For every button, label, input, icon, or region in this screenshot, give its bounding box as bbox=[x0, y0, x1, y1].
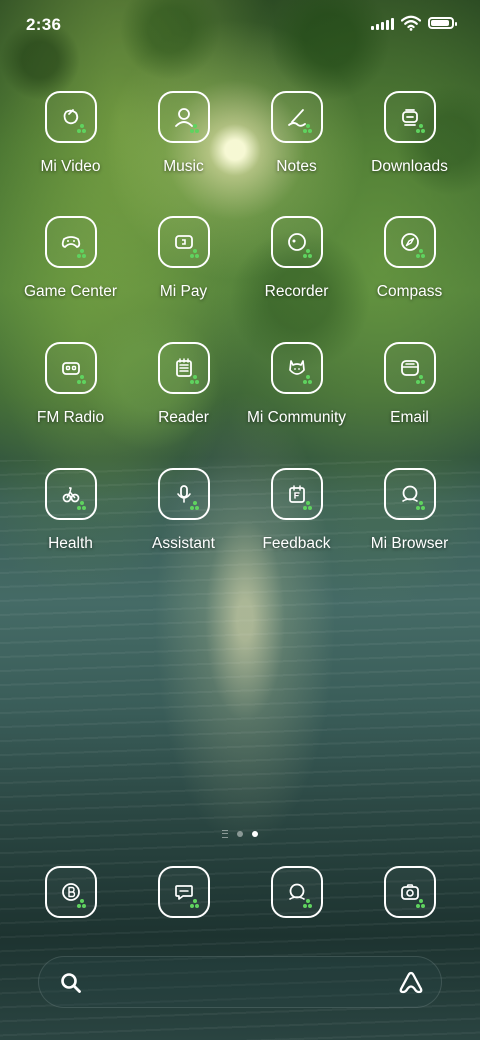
signal-icon bbox=[371, 16, 394, 30]
app-label: Compass bbox=[376, 283, 443, 300]
app-label: FM Radio bbox=[36, 409, 105, 426]
mi-video-icon[interactable] bbox=[44, 91, 97, 143]
app-music[interactable]: Music bbox=[127, 91, 240, 176]
app-label: Mi Video bbox=[40, 158, 101, 175]
app-label: Reader bbox=[158, 409, 209, 426]
page-indicator-feed bbox=[222, 830, 228, 838]
app-health[interactable]: Health bbox=[14, 468, 127, 553]
app-mi-pay[interactable]: Mi Pay bbox=[127, 216, 240, 301]
app-label: Email bbox=[390, 409, 429, 426]
reader-icon[interactable] bbox=[157, 342, 210, 394]
status-icons bbox=[371, 15, 457, 31]
app-feedback[interactable]: Feedback bbox=[240, 468, 353, 553]
dock-camera[interactable] bbox=[353, 866, 466, 918]
wifi-icon bbox=[401, 15, 421, 31]
app-label: Game Center bbox=[23, 283, 118, 300]
app-recorder[interactable]: Recorder bbox=[240, 216, 353, 301]
app-reader[interactable]: Reader bbox=[127, 342, 240, 427]
music-icon[interactable] bbox=[157, 91, 210, 143]
app-label: Mi Pay bbox=[159, 283, 208, 300]
battery-icon bbox=[428, 17, 457, 29]
app-label: Recorder bbox=[264, 283, 329, 300]
app-mi-browser[interactable]: Mi Browser bbox=[353, 468, 466, 553]
page-dot-2 bbox=[252, 831, 258, 837]
notes-icon[interactable] bbox=[270, 91, 323, 143]
app-label: Downloads bbox=[371, 158, 448, 175]
recorder-icon[interactable] bbox=[270, 216, 323, 268]
messages-icon[interactable] bbox=[157, 866, 210, 918]
mi-community-icon[interactable] bbox=[270, 342, 323, 394]
camera-icon[interactable] bbox=[383, 866, 436, 918]
dock-security[interactable] bbox=[14, 866, 127, 918]
app-label: Health bbox=[48, 535, 93, 552]
dock-browser[interactable] bbox=[240, 866, 353, 918]
downloads-icon[interactable] bbox=[383, 91, 436, 143]
app-label: Mi Community bbox=[246, 409, 347, 426]
app-label: Assistant bbox=[152, 535, 215, 552]
assistant-logo-icon[interactable] bbox=[397, 969, 425, 997]
app-label: Music bbox=[163, 158, 204, 175]
search-icon[interactable] bbox=[59, 971, 83, 995]
dock-messages[interactable] bbox=[127, 866, 240, 918]
app-game-center[interactable]: Game Center bbox=[14, 216, 127, 301]
page-indicator[interactable] bbox=[0, 830, 480, 838]
mi-pay-icon[interactable] bbox=[157, 216, 210, 268]
app-notes[interactable]: Notes bbox=[240, 91, 353, 176]
fm-radio-icon[interactable] bbox=[44, 342, 97, 394]
app-assistant[interactable]: Assistant bbox=[127, 468, 240, 553]
assistant-icon[interactable] bbox=[157, 468, 210, 520]
app-label: Mi Browser bbox=[370, 535, 449, 552]
app-mi-video[interactable]: Mi Video bbox=[14, 91, 127, 176]
app-email[interactable]: Email bbox=[353, 342, 466, 427]
health-icon[interactable] bbox=[44, 468, 97, 520]
app-label: Notes bbox=[276, 158, 317, 175]
app-label: Feedback bbox=[262, 535, 331, 552]
security-icon[interactable] bbox=[44, 866, 97, 918]
browser-icon[interactable] bbox=[270, 866, 323, 918]
email-icon[interactable] bbox=[383, 342, 436, 394]
game-center-icon[interactable] bbox=[44, 216, 97, 268]
search-bar[interactable] bbox=[38, 956, 442, 1008]
app-fm-radio[interactable]: FM Radio bbox=[14, 342, 127, 427]
feedback-icon[interactable] bbox=[270, 468, 323, 520]
status-time: 2:36 bbox=[26, 15, 62, 34]
status-bar: 2:36 bbox=[0, 0, 480, 50]
app-mi-community[interactable]: Mi Community bbox=[240, 342, 353, 427]
app-downloads[interactable]: Downloads bbox=[353, 91, 466, 176]
mi-browser-icon[interactable] bbox=[383, 468, 436, 520]
page-dot-1 bbox=[237, 831, 243, 837]
compass-icon[interactable] bbox=[383, 216, 436, 268]
app-compass[interactable]: Compass bbox=[353, 216, 466, 301]
